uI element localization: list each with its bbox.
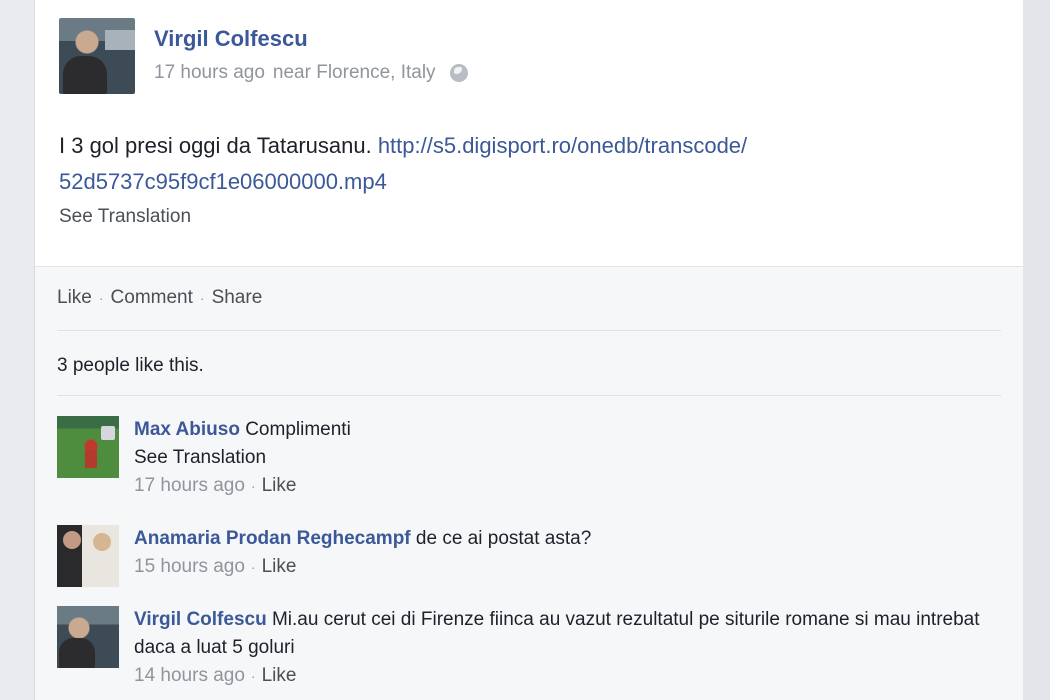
separator-dot: ·	[98, 290, 104, 306]
left-background	[0, 0, 34, 700]
post-timestamp[interactable]: 17 hours ago	[154, 62, 265, 84]
comment-text: Complimenti	[245, 419, 351, 440]
author-avatar[interactable]	[59, 18, 135, 94]
comment-like-button[interactable]: Like	[262, 475, 297, 496]
post-location[interactable]: near Florence, Italy	[273, 62, 436, 84]
page: Virgil Colfescu 17 hours ago near Floren…	[0, 0, 1050, 700]
post-text: I 3 gol presi oggi da Tatarusanu. http:/…	[59, 128, 959, 200]
post-actions: Like · Comment · Share	[57, 287, 262, 309]
post-message: I 3 gol presi oggi da Tatarusanu.	[59, 133, 378, 158]
share-button[interactable]: Share	[212, 287, 263, 309]
comment-like-button[interactable]: Like	[262, 556, 297, 577]
author-name[interactable]: Virgil Colfescu	[154, 26, 308, 52]
comment-timestamp[interactable]: 17 hours ago	[134, 475, 245, 496]
see-translation-link[interactable]: See Translation	[59, 206, 191, 228]
commenter-name[interactable]: Anamaria Prodan Reghecampf	[134, 528, 411, 549]
right-background	[1023, 0, 1050, 700]
post-link-part2[interactable]: 52d5737c95f9cf1e06000000.mp4	[59, 169, 387, 194]
globe-icon[interactable]	[449, 64, 468, 82]
commenter-avatar[interactable]	[57, 606, 119, 668]
comment-body: Virgil Colfescu Mi.au cerut cei di Firen…	[134, 606, 994, 690]
commenter-avatar[interactable]	[57, 525, 119, 587]
comment-body: Max Abiuso Complimenti See Translation 1…	[134, 416, 994, 500]
comment-like-button[interactable]: Like	[262, 665, 297, 686]
commenter-avatar[interactable]	[57, 416, 119, 478]
feedback-area: Like · Comment · Share 3 people like thi…	[35, 266, 1023, 700]
separator-dot: ·	[250, 668, 256, 684]
comment-timestamp[interactable]: 15 hours ago	[134, 556, 245, 577]
post-meta: 17 hours ago near Florence, Italy	[154, 62, 468, 84]
like-button[interactable]: Like	[57, 287, 92, 309]
likes-summary[interactable]: 3 people like this.	[57, 355, 204, 377]
divider	[57, 330, 1001, 331]
separator-dot: ·	[199, 290, 205, 306]
comment-text: de ce ai postat asta?	[415, 528, 592, 549]
comment-button[interactable]: Comment	[111, 287, 193, 309]
separator-dot: ·	[250, 478, 256, 494]
comment-see-translation[interactable]: See Translation	[134, 447, 266, 468]
comment-meta: 14 hours ago · Like	[134, 665, 296, 686]
post-link-part1[interactable]: http://s5.digisport.ro/onedb/transcode/	[378, 133, 747, 158]
post-card: Virgil Colfescu 17 hours ago near Floren…	[34, 0, 1024, 700]
comment-body: Anamaria Prodan Reghecampf de ce ai post…	[134, 525, 994, 581]
separator-dot: ·	[250, 559, 256, 575]
commenter-name[interactable]: Max Abiuso	[134, 419, 240, 440]
comment-meta: 15 hours ago · Like	[134, 556, 296, 577]
comment-timestamp[interactable]: 14 hours ago	[134, 665, 245, 686]
comment-meta: 17 hours ago · Like	[134, 475, 296, 496]
divider	[57, 395, 1001, 396]
commenter-name[interactable]: Virgil Colfescu	[134, 609, 267, 630]
